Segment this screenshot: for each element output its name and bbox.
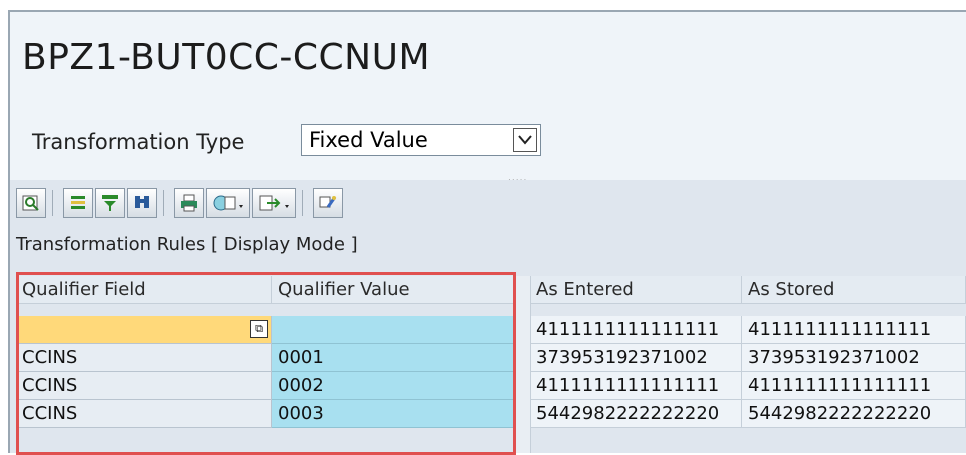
transformation-type-select[interactable]: Fixed Value — [301, 124, 541, 156]
value-help-icon[interactable]: ⧉ — [250, 320, 268, 338]
table-cell-qualifier-value[interactable]: 0001 — [272, 344, 516, 372]
table-cell-as-entered[interactable]: 4111111111111111 — [530, 372, 742, 400]
export-icon[interactable] — [252, 188, 296, 218]
align-icon[interactable] — [63, 188, 93, 218]
column-header-qualifier-field[interactable]: Qualifier Field — [16, 276, 272, 304]
column-splitter[interactable] — [516, 276, 531, 453]
column-header-as-stored[interactable]: As Stored — [742, 276, 966, 304]
column-header-as-entered[interactable]: As Entered — [530, 276, 742, 304]
table-cell-qualifier-field[interactable]: CCINS — [16, 400, 272, 428]
table-cell-as-stored[interactable]: 5442982222222220 — [742, 400, 966, 428]
table-cell-as-stored[interactable]: 4111111111111111 — [742, 372, 966, 400]
table-cell-qualifier-field[interactable]: CCINS — [16, 344, 272, 372]
column-header-qualifier-value[interactable]: Qualifier Value — [272, 276, 516, 304]
page-title: BPZ1-BUT0CC-CCNUM — [22, 37, 430, 78]
transformation-type-label: Transformation Type — [32, 130, 245, 154]
toolbar-separator — [302, 190, 309, 216]
transformation-rules-grid: Qualifier Field Qualifier Value As Enter… — [16, 276, 966, 453]
grid-toolbar — [16, 186, 345, 220]
toolbar-separator — [163, 190, 170, 216]
print-icon[interactable] — [174, 188, 204, 218]
table-cell-qualifier-field[interactable]: ⧉ — [16, 316, 272, 344]
table-cell-qualifier-value[interactable]: 0003 — [272, 400, 516, 428]
layout-icon[interactable] — [313, 188, 343, 218]
find-icon[interactable] — [127, 188, 157, 218]
table-cell-qualifier-value[interactable] — [272, 316, 516, 344]
sap-screen: BPZ1-BUT0CC-CCNUM Transformation Type Fi… — [0, 0, 966, 455]
chevron-down-icon[interactable] — [513, 128, 537, 152]
table-cell-as-stored[interactable]: 4111111111111111 — [742, 316, 966, 344]
table-cell-as-entered[interactable]: 373953192371002 — [530, 344, 742, 372]
table-cell-qualifier-field[interactable]: CCINS — [16, 372, 272, 400]
grid-caption: Transformation Rules [ Display Mode ] — [16, 234, 358, 255]
table-cell-qualifier-value[interactable]: 0002 — [272, 372, 516, 400]
filter-icon[interactable] — [95, 188, 125, 218]
view-icon[interactable] — [206, 188, 250, 218]
table-cell-as-entered[interactable]: 4111111111111111 — [530, 316, 742, 344]
table-cell-as-entered[interactable]: 5442982222222220 — [530, 400, 742, 428]
transformation-type-value: Fixed Value — [309, 128, 428, 152]
toolbar-separator — [52, 190, 59, 216]
details-icon[interactable] — [16, 188, 46, 218]
table-cell-as-stored[interactable]: 373953192371002 — [742, 344, 966, 372]
